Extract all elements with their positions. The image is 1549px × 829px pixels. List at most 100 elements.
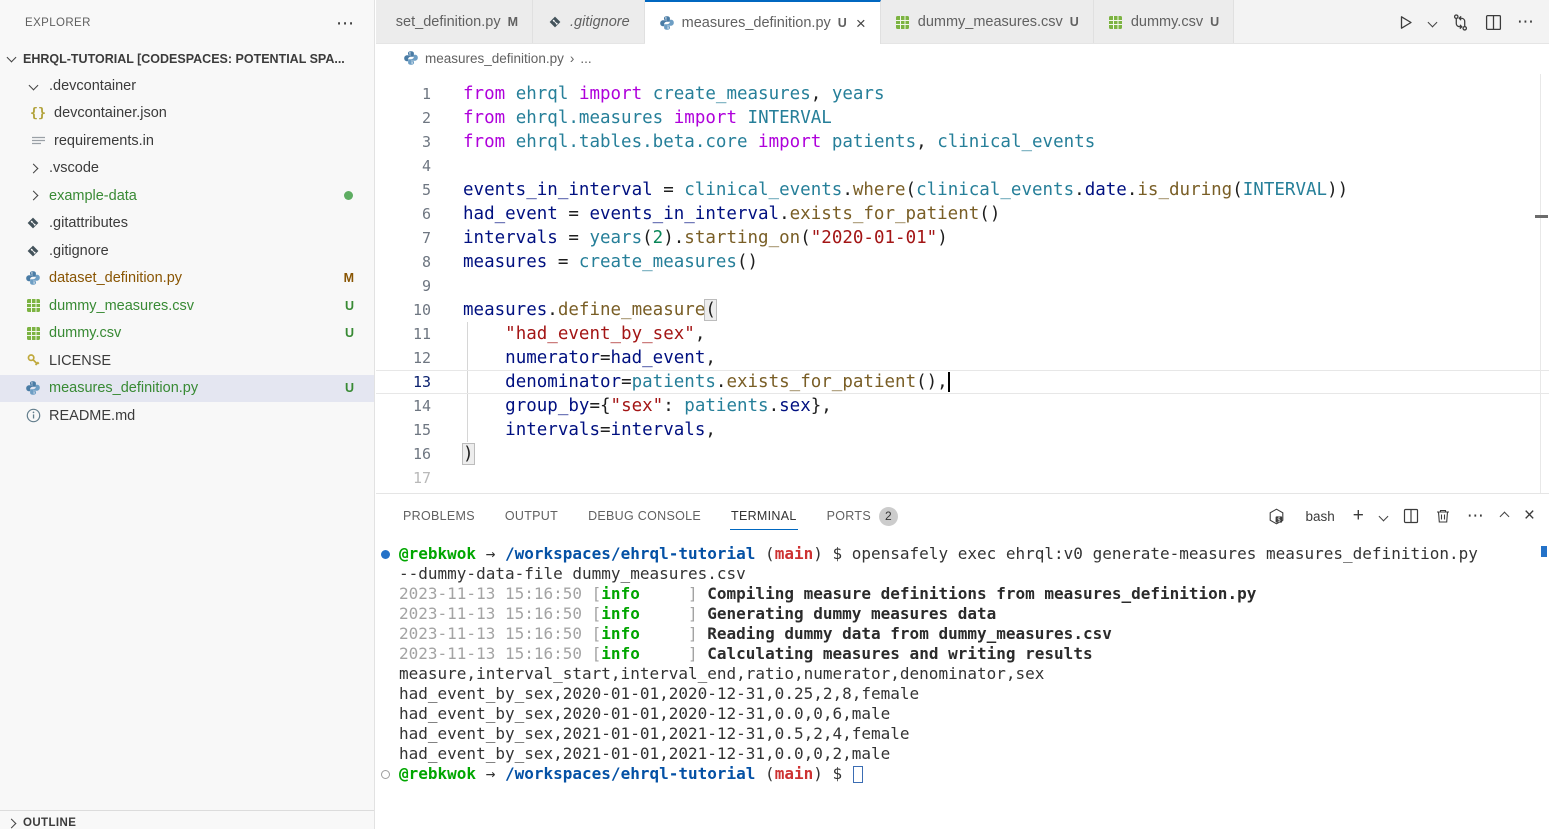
- new-terminal-button[interactable]: +: [1353, 505, 1364, 527]
- workspace-root-label: EHRQL-TUTORIAL [CODESPACES: POTENTIAL SP…: [23, 52, 345, 66]
- sidebar-item-dummy-measures-csv[interactable]: dummy_measures.csvU: [0, 292, 374, 320]
- code-line-15: 15 intervals=intervals,: [376, 418, 1549, 442]
- git-status-badge: U: [1210, 15, 1219, 29]
- git-status-badge: M: [508, 15, 518, 29]
- overview-ruler[interactable]: [1540, 74, 1541, 493]
- python-icon: [25, 270, 41, 286]
- command-decoration-open[interactable]: [381, 770, 390, 779]
- line-number: 4: [376, 157, 431, 175]
- code-line-2: 2from ehrql.measures import INTERVAL: [376, 106, 1549, 130]
- explorer-title: EXPLORER: [25, 17, 336, 29]
- code-text: intervals=intervals,: [463, 420, 716, 440]
- code-text: had_event = events_in_interval.exists_fo…: [463, 204, 1000, 224]
- kill-terminal-button[interactable]: [1435, 508, 1451, 524]
- line-number: 1: [376, 85, 431, 103]
- overview-ruler-cursor-mark: [1535, 215, 1548, 218]
- terminal-dropdown-button[interactable]: [1380, 513, 1387, 520]
- sidebar-item--gitignore[interactable]: .gitignore: [0, 237, 374, 265]
- workspace-root-folder[interactable]: EHRQL-TUTORIAL [CODESPACES: POTENTIAL SP…: [0, 46, 374, 72]
- line-number: 16: [376, 445, 431, 463]
- tab-set-definition-py[interactable]: set_definition.pyM: [376, 0, 533, 44]
- code-text: denominator=patients.exists_for_patient(…: [463, 372, 950, 392]
- sidebar-item-example-data[interactable]: example-data: [0, 182, 374, 210]
- code-text: from ehrql.measures import INTERVAL: [463, 108, 832, 128]
- panel-more-actions-icon[interactable]: ⋯: [1467, 506, 1485, 526]
- line-number: 12: [376, 349, 431, 367]
- shell-label[interactable]: bash: [1306, 509, 1335, 524]
- sidebar-item--gitattributes[interactable]: .gitattributes: [0, 210, 374, 238]
- git-icon: [25, 215, 41, 231]
- terminal-cursor: [853, 766, 863, 783]
- file-label: .devcontainer: [49, 78, 136, 94]
- sidebar-item-devcontainer-json[interactable]: {}devcontainer.json: [0, 100, 374, 128]
- tab-measures-definition-py[interactable]: measures_definition.pyU×: [645, 0, 881, 44]
- chevron-down-icon: [25, 78, 41, 94]
- code-text: events_in_interval = clinical_events.whe…: [463, 180, 1348, 200]
- explorer-more-actions-icon[interactable]: ⋯: [336, 13, 356, 34]
- line-number: 8: [376, 253, 431, 271]
- chevron-down-icon: [1428, 17, 1438, 27]
- panel-tab-terminal[interactable]: TERMINAL: [730, 503, 798, 530]
- tab-dummy-csv[interactable]: dummy.csvU: [1094, 0, 1234, 44]
- play-icon: [1397, 14, 1414, 31]
- panel-tab-debug-console[interactable]: DEBUG CONSOLE: [587, 503, 702, 529]
- code-text: group_by={"sex": patients.sex},: [463, 396, 832, 416]
- git-status-badge: U: [345, 299, 354, 313]
- sidebar-item-dummy-csv[interactable]: dummy.csvU: [0, 320, 374, 348]
- file-label: measures_definition.py: [49, 380, 198, 396]
- open-changes-button[interactable]: [1451, 13, 1470, 32]
- code-editor[interactable]: 1from ehrql import create_measures, year…: [376, 72, 1549, 493]
- line-number: 9: [376, 277, 431, 295]
- sidebar-item-readme-md[interactable]: README.md: [0, 402, 374, 430]
- terminal-line: had_event_by_sex,2021-01-01,2021-12-31,0…: [376, 744, 1549, 764]
- code-text: measures = create_measures(): [463, 252, 758, 272]
- code-line-6: 6 had_event = events_in_interval.exists_f…: [376, 202, 1549, 226]
- close-panel-button[interactable]: ×: [1524, 505, 1535, 527]
- editor-group: set_definition.pyM .gitignore measures_def…: [376, 0, 1549, 829]
- tab-dummy-measures-csv[interactable]: dummy_measures.csvU: [881, 0, 1094, 44]
- sidebar-item--devcontainer[interactable]: .devcontainer: [0, 72, 374, 100]
- sidebar-item--vscode[interactable]: .vscode: [0, 155, 374, 183]
- run-dropdown-button[interactable]: [1429, 19, 1436, 26]
- python-icon: [25, 380, 41, 396]
- terminal-output[interactable]: @rebkwok → /workspaces/ehrql-tutorial (m…: [376, 544, 1549, 829]
- git-status-badge: M: [344, 271, 354, 285]
- tab--gitignore[interactable]: .gitignore: [533, 0, 645, 44]
- code-line-12: 12 numerator=had_event,: [376, 346, 1549, 370]
- file-label: .gitignore: [49, 243, 109, 259]
- ports-count-badge: 2: [879, 507, 898, 526]
- open-changes-icon: [1451, 13, 1470, 32]
- line-number: 6: [376, 205, 431, 223]
- sidebar-item-requirements-in[interactable]: requirements.in: [0, 127, 374, 155]
- split-editor-button[interactable]: [1485, 14, 1502, 31]
- outline-section-header[interactable]: OUTLINE: [0, 810, 374, 829]
- panel-tab-label: OUTPUT: [505, 509, 558, 523]
- run-python-file-button[interactable]: [1397, 14, 1414, 31]
- more-actions-icon[interactable]: ⋯: [1517, 12, 1535, 32]
- sidebar-item-license[interactable]: LICENSE: [0, 347, 374, 375]
- code-line-7: 7intervals = years(2).starting_on("2020-…: [376, 226, 1549, 250]
- breadcrumb-file[interactable]: measures_definition.py: [425, 51, 564, 66]
- code-line-9: 9: [376, 274, 1549, 298]
- close-icon[interactable]: ×: [856, 15, 866, 32]
- python-icon: [659, 15, 675, 31]
- command-decoration-filled[interactable]: [381, 550, 390, 559]
- git-status-badge: U: [345, 326, 354, 340]
- panel-tab-problems[interactable]: PROBLEMS: [402, 503, 476, 529]
- split-terminal-button[interactable]: [1403, 508, 1419, 524]
- chevron-right-icon: [25, 160, 41, 176]
- tab-label: .gitignore: [570, 14, 630, 30]
- sidebar-item-dataset-definition-py[interactable]: dataset_definition.pyM: [0, 265, 374, 293]
- breadcrumb-more[interactable]: ...: [580, 51, 591, 66]
- panel-tab-ports[interactable]: PORTS2: [826, 501, 899, 532]
- code-text: from ehrql.tables.beta.core import patie…: [463, 132, 1095, 152]
- panel-tab-output[interactable]: OUTPUT: [504, 503, 559, 529]
- maximize-panel-button[interactable]: [1501, 513, 1508, 520]
- breadcrumb[interactable]: measures_definition.py › ...: [376, 44, 1549, 72]
- sidebar-item-measures-definition-py[interactable]: measures_definition.pyU: [0, 375, 374, 403]
- line-number: 7: [376, 229, 431, 247]
- panel-tab-label: PROBLEMS: [403, 509, 475, 523]
- code-line-13: 13 denominator=patients.exists_for_patie…: [376, 370, 1549, 394]
- terminal-line: had_event_by_sex,2020-01-01,2020-12-31,0…: [376, 684, 1549, 704]
- code-line-8: 8 measures = create_measures(): [376, 250, 1549, 274]
